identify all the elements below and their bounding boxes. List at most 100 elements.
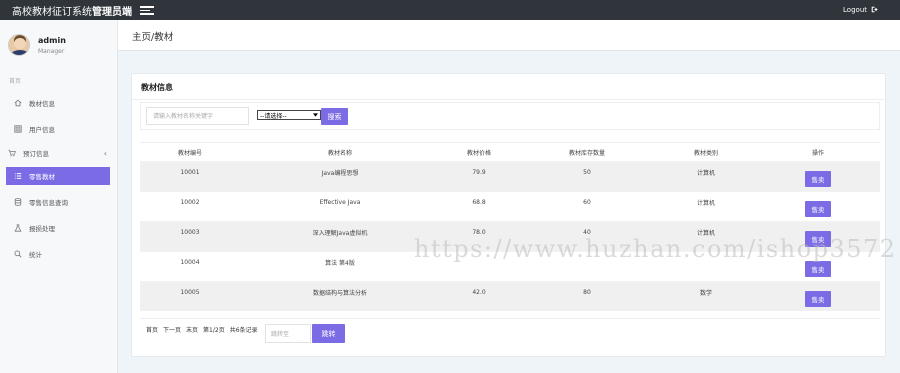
sidebar-item-retail-textbook[interactable]: 零售教材 — [6, 167, 110, 185]
textbook-table: 教材编号 教材名称 教材价格 教材库存数量 教材类别 操作 10001 Java… — [140, 142, 880, 311]
sidebar-item-label: 用户信息 — [29, 126, 55, 134]
cell-stock: 50 — [583, 169, 591, 176]
last-page-link[interactable]: 末页 — [186, 325, 198, 334]
sidebar-item-damage-handling[interactable]: 报损处理 — [0, 215, 117, 241]
breadcrumb-bar: 主页/教材 — [118, 20, 900, 51]
list-icon — [14, 172, 22, 180]
sell-button[interactable]: 售卖 — [805, 230, 831, 247]
flask-icon — [14, 224, 22, 232]
logout-label: Logout — [843, 6, 867, 14]
avatar — [8, 34, 30, 56]
col-header-name: 教材名称 — [327, 149, 352, 157]
cart-icon — [8, 149, 16, 157]
cell-category: 计算机 — [696, 230, 715, 237]
pagination: 首页 下一页 末页 第1/2页 共6条记录 — [146, 325, 258, 334]
cell-name: 数据结构与算法分析 — [312, 290, 367, 297]
cell-name: 深入理解Java虚拟机 — [312, 230, 368, 237]
grid-icon — [14, 125, 22, 133]
sell-button[interactable]: 售卖 — [805, 290, 831, 307]
col-header-price: 教材价格 — [466, 149, 491, 157]
cell-name: 算法 第4版 — [325, 260, 355, 267]
sell-button[interactable]: 售卖 — [805, 200, 831, 217]
cell-stock: 60 — [583, 199, 591, 206]
menu-toggle-icon[interactable] — [140, 6, 154, 15]
sidebar-item-label: 报损处理 — [29, 225, 55, 233]
sidebar-item-retail-query[interactable]: 零售信息查询 — [0, 189, 117, 215]
chevron-down-icon — [313, 112, 318, 119]
sign-out-icon — [871, 6, 878, 15]
cell-action: 售卖 — [756, 230, 880, 247]
col-header-stock: 教材库存数量 — [568, 149, 605, 157]
table-row: 10003 深入理解Java虚拟机 78.0 40 计算机 售卖 — [140, 221, 880, 251]
top-bar: 高校教材征订系统管理员端 Logout — [0, 0, 900, 20]
sidebar-item-label: 统计 — [29, 251, 42, 259]
textbook-card: 教材信息 --请选择-- 搜索 教材编号 教材名称 教材价格 教材库存数量 教材… — [131, 73, 887, 357]
logout-link[interactable]: Logout — [843, 0, 878, 20]
breadcrumb: 主页/教材 — [132, 32, 174, 43]
cell-price: 68.8 — [472, 199, 486, 206]
search-button[interactable]: 搜索 — [321, 108, 348, 125]
cell-price: 42.0 — [472, 289, 486, 296]
sell-button[interactable]: 售卖 — [805, 170, 831, 187]
user-name: admin — [38, 35, 66, 45]
database-icon — [14, 198, 22, 206]
sidebar-section-label: 首页 — [9, 78, 22, 85]
jump-page-input[interactable]: 跳转至 — [265, 324, 311, 343]
sidebar-item-label: 零售教材 — [29, 173, 55, 181]
sidebar-item-label: 预订信息 — [23, 150, 49, 158]
cell-category: 计算机 — [696, 170, 715, 177]
sell-button[interactable]: 售卖 — [805, 260, 831, 277]
jump-page-placeholder: 跳转至 — [271, 331, 290, 338]
chevron-left-icon: ‹ — [103, 148, 107, 158]
search-panel: --请选择-- 搜索 — [140, 102, 880, 130]
jump-button[interactable]: 跳转 — [312, 324, 345, 343]
col-header-category: 教材类别 — [693, 149, 718, 157]
user-panel: admin Manager — [0, 20, 117, 70]
col-header-action: 操作 — [756, 148, 880, 157]
cell-id: 10002 — [180, 199, 200, 206]
user-role: Manager — [38, 47, 65, 55]
sidebar-item-textbook-info[interactable]: 教材信息 — [0, 90, 117, 116]
app-title-prefix: 高校教材征订系统 — [12, 6, 92, 18]
sidebar: admin Manager 首页 教材信息 用户信息 预订信息 ‹ 零售教材 零… — [0, 20, 118, 373]
total-records: 共6条记录 — [229, 327, 258, 334]
divider — [132, 99, 887, 100]
divider — [140, 318, 880, 319]
cell-id: 10005 — [180, 289, 200, 296]
cell-action: 售卖 — [756, 170, 880, 187]
app-title: 高校教材征订系统管理员端 — [0, 3, 132, 18]
card-title: 教材信息 — [141, 83, 173, 92]
sidebar-item-label: 教材信息 — [29, 100, 55, 108]
cell-action: 售卖 — [756, 260, 880, 277]
search-input[interactable] — [146, 107, 249, 125]
cell-id: 10003 — [180, 229, 200, 236]
sidebar-item-booking-info[interactable]: 预订信息 ‹ — [0, 142, 117, 164]
table-row: 10002 Effective Java 68.8 60 计算机 售卖 — [140, 191, 880, 221]
first-page-link[interactable]: 首页 — [146, 325, 158, 334]
cell-price: 79.9 — [472, 169, 486, 176]
col-header-action-label: 操作 — [811, 149, 824, 157]
cell-category: 计算机 — [696, 200, 715, 207]
app-title-bold: 管理员端 — [92, 6, 132, 18]
cell-stock: 40 — [583, 229, 591, 236]
cell-id: 10004 — [180, 259, 200, 266]
sidebar-item-label: 零售信息查询 — [29, 199, 68, 207]
sidebar-item-user-info[interactable]: 用户信息 — [0, 116, 117, 142]
sidebar-item-statistics[interactable]: 统计 — [0, 241, 117, 267]
home-icon — [14, 99, 22, 107]
category-select-value: --请选择-- — [260, 112, 287, 120]
table-row: 10001 Java编程思想 79.9 50 计算机 售卖 — [140, 161, 880, 191]
cell-stock: 80 — [583, 289, 591, 296]
cell-action: 售卖 — [756, 290, 880, 307]
category-select[interactable]: --请选择-- — [257, 110, 321, 120]
cell-price: 78.0 — [472, 229, 486, 236]
search-icon — [14, 250, 22, 258]
cell-category: 数学 — [699, 290, 712, 297]
cell-name: Effective Java — [319, 199, 361, 206]
table-row: 10004 算法 第4版 售卖 — [140, 251, 880, 281]
col-header-id: 教材编号 — [177, 149, 202, 157]
table-header: 教材编号 教材名称 教材价格 教材库存数量 教材类别 操作 — [140, 142, 880, 161]
next-page-link[interactable]: 下一页 — [163, 325, 181, 334]
cell-action: 售卖 — [756, 200, 880, 217]
page-info: 第1/2页 — [203, 327, 225, 334]
